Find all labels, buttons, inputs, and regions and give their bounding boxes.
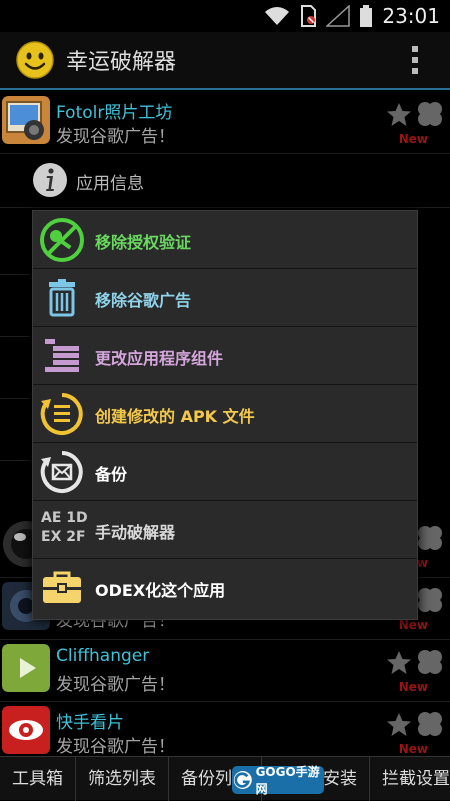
menu-item-manual-patcher[interactable]: AE 1D EX 2F 手动破解器 — [33, 501, 417, 559]
tab-toolbox[interactable]: 工具箱 — [0, 756, 76, 801]
context-menu: 移除授权验证 移除谷歌广告 更改应用程序组件 创建修改的 APK 文件 备份 A… — [32, 210, 418, 620]
menu-item-create-apk[interactable]: 创建修改的 APK 文件 — [33, 385, 417, 443]
no-sim-icon — [301, 5, 317, 27]
app-info-label: 应用信息 — [76, 174, 144, 194]
overflow-menu-icon[interactable] — [412, 46, 420, 74]
app-title: 幸运破解器 — [66, 50, 177, 75]
menu-item-change-components[interactable]: 更改应用程序组件 — [33, 327, 417, 385]
menu-item-odex[interactable]: ODEX化这个应用 — [33, 559, 417, 617]
remove-license-icon — [40, 218, 84, 262]
menu-item-label: 更改应用程序组件 — [95, 349, 224, 368]
watermark-badge: GOGO手游网 — [232, 765, 324, 796]
app-info-row[interactable]: 应用信息 — [0, 152, 450, 208]
menu-item-label: ODEX化这个应用 — [95, 581, 226, 600]
bottom-tab-bar: 工具箱 筛选列表 备份列表 和安装 拦截设置 — [0, 756, 450, 801]
signal-icon — [326, 5, 351, 27]
menu-item-remove-license[interactable]: 移除授权验证 — [33, 211, 417, 269]
menu-item-label: 手动破解器 — [95, 523, 176, 542]
menu-item-label: 移除授权验证 — [95, 233, 192, 252]
info-icon — [33, 163, 67, 197]
code-line: EX 2F — [41, 529, 86, 545]
battery-icon — [360, 5, 373, 27]
gogo-logo-icon — [233, 771, 252, 789]
tab-block-settings[interactable]: 拦截设置 — [370, 757, 450, 801]
toolbox-icon — [43, 571, 81, 603]
menu-item-backup[interactable]: 备份 — [33, 443, 417, 501]
status-bar: 23:01 — [0, 0, 450, 32]
wifi-icon — [265, 7, 290, 25]
app-status: 发现谷歌广告！ — [56, 127, 175, 147]
tab-filter-list[interactable]: 筛选列表 — [76, 756, 169, 801]
menu-item-remove-google-ads[interactable]: 移除谷歌广告 — [33, 269, 417, 327]
smiley-logo-icon — [16, 41, 54, 79]
app-name: Fotolr照片工坊 — [56, 103, 173, 123]
fotolr-app-icon — [2, 96, 50, 144]
trash-icon — [49, 279, 75, 317]
menu-item-label: 移除谷歌广告 — [95, 291, 192, 310]
watermark-text: GOGO手游网 — [255, 765, 320, 796]
star-icon — [387, 103, 411, 126]
app-bar: 幸运破解器 — [0, 32, 450, 90]
new-badge: New — [398, 132, 428, 146]
clover-icon — [418, 102, 442, 126]
components-icon — [45, 339, 79, 372]
status-time: 23:01 — [382, 4, 440, 28]
menu-item-label: 备份 — [95, 465, 128, 484]
menu-item-label: 创建修改的 APK 文件 — [95, 407, 255, 426]
list-item[interactable]: Fotolr照片工坊 发现谷歌广告！ New — [0, 92, 450, 154]
create-apk-icon — [40, 393, 83, 435]
code-line: AE 1D — [41, 510, 88, 526]
ae-code-icon: AE 1D EX 2F — [41, 509, 88, 547]
backup-icon — [40, 451, 83, 493]
